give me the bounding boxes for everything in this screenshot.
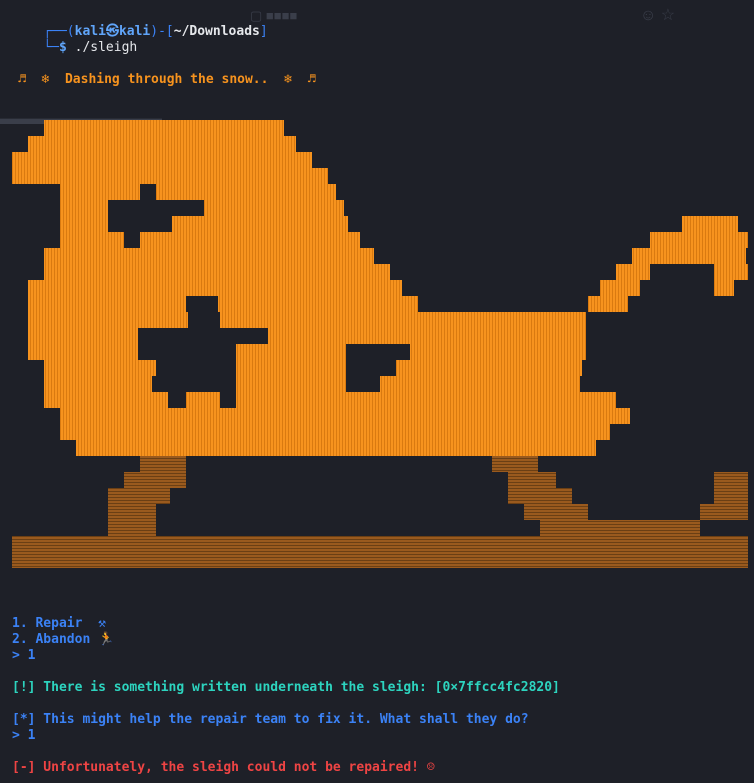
info-message: [!] There is something written underneat… [12, 680, 560, 696]
command-line: └─$ ./sleigh [12, 24, 137, 72]
sleigh-ascii-art [12, 120, 748, 568]
sleigh-runners [12, 456, 748, 568]
prompt-bottom-prefix: └─ [43, 40, 59, 55]
help-text: This might help the repair team to fix i… [35, 712, 529, 727]
terminal-window: ┌──(kali㉿kali)-[~/Downloads] └─$ ./sleig… [0, 0, 754, 783]
info-prefix: [!] [12, 680, 36, 695]
prompt-close: ] [259, 24, 268, 39]
error-message: [-] Unfortunately, the sleigh could not … [12, 760, 435, 775]
menu-option-repair: 1. Repair ⚒ [12, 616, 106, 631]
prompt-dollar: $ [58, 40, 67, 55]
prompt-mid: )-[ [150, 24, 174, 39]
command-text: ./sleigh [74, 40, 138, 55]
sleigh-body [12, 120, 748, 456]
menu-option-abandon: 2. Abandon 🏃 [12, 632, 115, 647]
help-message: [*] This might help the repair team to f… [12, 712, 529, 728]
info-text: There is something written underneath th… [35, 680, 560, 695]
user-input-2: > 1 [12, 728, 36, 743]
prompt-path: ~/Downloads [173, 24, 260, 39]
help-prefix: [*] [12, 712, 36, 727]
user-input-1: > 1 [12, 648, 36, 663]
song-line: ♬ ❄ Dashing through the snow.. ❄ ♬ [18, 72, 316, 87]
